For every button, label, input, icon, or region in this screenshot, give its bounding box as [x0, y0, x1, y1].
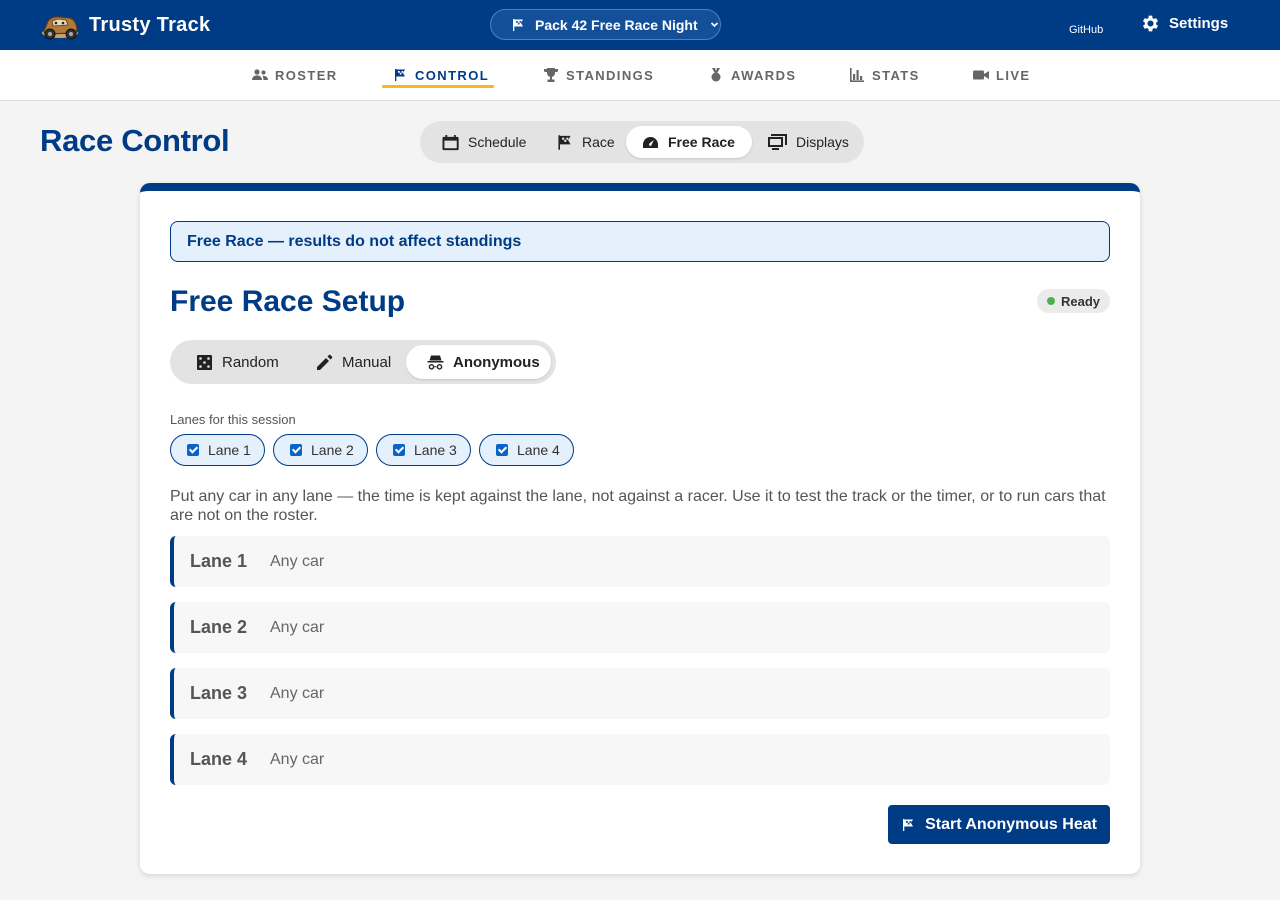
lane-chip-label: Lane 3	[414, 442, 457, 458]
page-title: Race Control	[40, 123, 230, 158]
brand-name: Trusty Track	[89, 14, 211, 36]
status-label: Ready	[1061, 293, 1101, 309]
setup-title: Free Race Setup	[170, 285, 406, 318]
lane-name: Lane 1	[190, 551, 248, 571]
tab-race[interactable]: Race	[556, 126, 615, 158]
nav-roster[interactable]: ROSTER	[252, 50, 338, 100]
lane-car: Any car	[270, 552, 325, 570]
status-badge: Ready	[1037, 289, 1110, 313]
tab-displays-label: Displays	[796, 134, 849, 150]
dice-icon	[197, 354, 212, 370]
mode-manual[interactable]: Manual	[316, 345, 391, 379]
lane-chip-label: Lane 4	[517, 442, 560, 458]
lane-car: Any car	[270, 618, 325, 636]
lane-row-3: Lane 3 Any car	[170, 668, 1110, 719]
mode-manual-label: Manual	[342, 353, 392, 371]
monitor-icon	[768, 133, 787, 150]
lane-car: Any car	[270, 684, 325, 702]
lane-chip-2[interactable]: Lane 2	[273, 434, 368, 466]
lane-name: Lane 3	[190, 683, 248, 703]
lanes-label: Lanes for this session	[170, 412, 296, 427]
lane-2-checkbox[interactable]	[290, 444, 302, 456]
nav-live[interactable]: LIVE	[973, 50, 1031, 100]
mode-anonymous-label: Anonymous	[453, 353, 540, 371]
settings-button[interactable]: Settings	[1140, 13, 1228, 34]
mode-random-label: Random	[222, 353, 279, 371]
lane-4-checkbox[interactable]	[496, 444, 508, 456]
calendar-icon	[442, 134, 459, 150]
lane-chip-3[interactable]: Lane 3	[376, 434, 471, 466]
gauge-icon	[643, 136, 658, 148]
start-button-label: Start Anonymous Heat	[925, 815, 1097, 833]
flag-icon	[513, 18, 523, 31]
free-race-description: Put any car in any lane — the time is ke…	[170, 488, 1106, 524]
settings-label: Settings	[1169, 15, 1229, 32]
nav-stats-label: STATS	[872, 67, 920, 83]
pencil-icon	[317, 354, 333, 370]
active-tab-indicator	[382, 85, 494, 88]
lane-3-checkbox[interactable]	[393, 444, 405, 456]
main-nav: ROSTER CONTROL STANDINGS AWARDS STATS LI…	[0, 50, 1280, 101]
lane-chip-4[interactable]: Lane 4	[479, 434, 574, 466]
gear-icon	[1142, 15, 1159, 32]
nav-roster-label: ROSTER	[275, 67, 338, 83]
lane-car: Any car	[270, 750, 325, 768]
free-race-card: Free Race — results do not affect standi…	[140, 183, 1140, 874]
lane-chip-1[interactable]: Lane 1	[170, 434, 265, 466]
chevron-down-icon	[710, 22, 718, 28]
mode-random[interactable]: Random	[196, 345, 279, 379]
bar-chart-icon	[850, 68, 864, 82]
lane-1-checkbox[interactable]	[187, 444, 199, 456]
video-icon	[973, 70, 989, 80]
top-bar: Trusty Track Pack 42 Free Race Night Git…	[0, 0, 1280, 50]
nav-standings-label: STANDINGS	[566, 67, 655, 83]
nav-live-label: LIVE	[996, 67, 1031, 83]
event-selector-label: Pack 42 Free Race Night	[535, 16, 698, 33]
lane-row-1: Lane 1 Any car	[170, 536, 1110, 587]
tab-free-race[interactable]: Free Race	[626, 126, 752, 158]
race-car-logo-icon	[42, 16, 78, 40]
flag-icon	[558, 134, 571, 150]
brand[interactable]: Trusty Track	[40, 9, 210, 41]
trophy-icon	[544, 68, 558, 82]
race-control-tabs: Schedule Race Free Race Displays	[420, 121, 864, 163]
users-icon	[252, 69, 268, 80]
lane-name: Lane 4	[190, 749, 248, 769]
mode-selector: Random Manual Anonymous	[170, 340, 556, 384]
incognito-icon	[427, 355, 444, 370]
lane-chip-label: Lane 1	[208, 442, 251, 458]
tab-schedule[interactable]: Schedule	[442, 126, 526, 158]
tab-schedule-label: Schedule	[468, 134, 527, 150]
tab-race-label: Race	[582, 134, 615, 150]
medal-icon	[711, 68, 721, 82]
flag-icon	[903, 818, 914, 831]
tab-displays[interactable]: Displays	[768, 126, 849, 158]
github-link[interactable]: GitHub	[1069, 24, 1103, 36]
start-anonymous-heat-button[interactable]: Start Anonymous Heat	[888, 805, 1110, 844]
mode-anonymous[interactable]: Anonymous	[406, 345, 551, 379]
nav-stats[interactable]: STATS	[849, 50, 920, 100]
nav-standings[interactable]: STANDINGS	[543, 50, 654, 100]
nav-control-label: CONTROL	[415, 67, 490, 83]
nav-awards[interactable]: AWARDS	[708, 50, 796, 100]
event-selector[interactable]: Pack 42 Free Race Night	[490, 9, 721, 40]
nav-control[interactable]: CONTROL	[392, 50, 489, 100]
lane-row-4: Lane 4 Any car	[170, 734, 1110, 785]
lane-name: Lane 2	[190, 617, 248, 637]
info-banner: Free Race — results do not affect standi…	[170, 221, 1110, 262]
flag-icon	[395, 69, 405, 81]
lane-chip-label: Lane 2	[311, 442, 354, 458]
tab-free-race-label: Free Race	[668, 134, 735, 150]
status-dot	[1047, 297, 1055, 305]
lane-row-2: Lane 2 Any car	[170, 602, 1110, 653]
nav-awards-label: AWARDS	[731, 67, 797, 83]
